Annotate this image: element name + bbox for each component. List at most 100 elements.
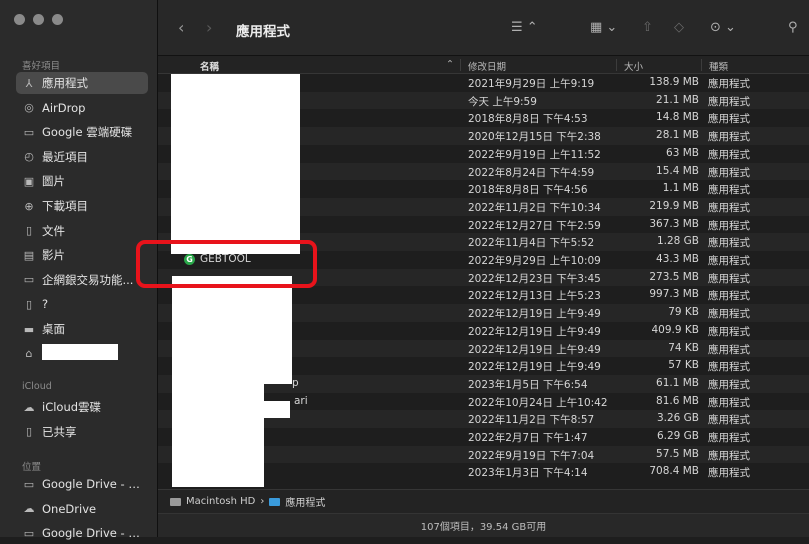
path-separator: › bbox=[260, 496, 265, 507]
file-kind: 應用程式 bbox=[708, 148, 750, 161]
sidebar-item[interactable]: ⊕ 下載項目 bbox=[16, 195, 148, 217]
column-header: 名稱 ⌃ 修改日期 大小 種類 bbox=[158, 56, 809, 74]
file-kind: 應用程式 bbox=[708, 237, 750, 250]
file-kind: 應用程式 bbox=[708, 467, 750, 480]
file-kind: 應用程式 bbox=[708, 166, 750, 179]
back-button[interactable]: ‹ bbox=[178, 18, 184, 37]
sidebar-item[interactable]: ▯ 已共享 bbox=[16, 421, 148, 443]
file-kind: 應用程式 bbox=[708, 432, 750, 444]
sidebar-item[interactable]: ▭ Google Drive - b... bbox=[16, 522, 148, 544]
file-kind: 應用程式 bbox=[708, 414, 750, 427]
file-date: 2022年12月27日 下午2:59 bbox=[468, 219, 601, 232]
sidebar-item-label: 下載項目 bbox=[42, 199, 88, 213]
column-size[interactable]: 大小 bbox=[624, 59, 643, 73]
sidebar-item[interactable]: ▯? bbox=[16, 293, 148, 315]
file-name: p bbox=[292, 376, 299, 389]
share-icon[interactable]: ⇧ bbox=[642, 20, 653, 35]
folder-icon: ▭ bbox=[23, 273, 35, 287]
file-size: 409.9 KB bbox=[651, 323, 700, 336]
file-date: 2022年12月19日 上午9:49 bbox=[468, 361, 601, 374]
file-date: 2022年12月13日 上午5:23 bbox=[468, 290, 601, 303]
file-date: 2018年8月8日 下午4:56 bbox=[468, 184, 588, 197]
tag-icon[interactable]: ◇ bbox=[674, 20, 684, 35]
more-icon[interactable]: ⊙ ⌄ bbox=[710, 20, 736, 35]
file-size: 28.1 MB bbox=[656, 129, 699, 142]
file-date: 2022年8月24日 下午4:59 bbox=[468, 166, 595, 179]
sidebar-item[interactable]: ▬ 桌面 bbox=[16, 318, 148, 340]
sidebar-item[interactable]: ⌂ bbox=[16, 343, 148, 365]
file-date: 2022年11月2日 下午8:57 bbox=[468, 414, 595, 427]
redaction-mask bbox=[172, 384, 264, 401]
file-size: 367.3 MB bbox=[649, 217, 699, 230]
file-date: 2021年9月29日 上午9:19 bbox=[468, 78, 595, 90]
path-disk[interactable]: Macintosh HD bbox=[186, 496, 255, 507]
file-kind: 應用程式 bbox=[708, 290, 750, 303]
sidebar-section-locations: 位置 bbox=[22, 462, 42, 473]
redaction-mask bbox=[42, 344, 118, 361]
highlight-box bbox=[136, 240, 317, 288]
sidebar-item[interactable]: ☁ OneDrive bbox=[16, 498, 148, 520]
file-size: 81.6 MB bbox=[656, 394, 699, 407]
file-date: 2022年10月24日 上午10:42 bbox=[468, 396, 608, 409]
file-kind: 應用程式 bbox=[708, 449, 750, 462]
sidebar-item-label bbox=[42, 344, 118, 363]
file-kind: 應用程式 bbox=[708, 361, 750, 374]
cloud-icon: ☁ bbox=[23, 400, 35, 414]
sidebar-item[interactable]: ▯ 文件 bbox=[16, 220, 148, 242]
file-size: 14.8 MB bbox=[656, 111, 699, 124]
file-size: 43.3 MB bbox=[656, 253, 699, 265]
file-date: 2022年9月19日 上午11:52 bbox=[468, 148, 601, 161]
sidebar-item[interactable]: ◎ AirDrop bbox=[16, 97, 148, 119]
close-button[interactable] bbox=[14, 14, 25, 25]
sidebar-item[interactable]: ☁ iCloud雲碟 bbox=[16, 396, 148, 418]
minimize-button[interactable] bbox=[33, 14, 44, 25]
file-date: 2020年12月15日 下午2:38 bbox=[468, 131, 601, 144]
path-bar: Macintosh HD › 應用程式 bbox=[158, 489, 809, 513]
sidebar-item-label: 企網銀交易功能... bbox=[42, 272, 134, 287]
group-icon[interactable]: ▦ ⌄ bbox=[590, 20, 617, 35]
file-date: 2022年9月29日 上午10:09 bbox=[468, 255, 601, 267]
search-icon[interactable]: ⚲ bbox=[788, 20, 798, 35]
sidebar-item-label: iCloud雲碟 bbox=[42, 400, 102, 414]
cloud-icon: ☁ bbox=[23, 502, 35, 516]
file-size: 61.1 MB bbox=[656, 376, 699, 389]
redaction-mask bbox=[172, 401, 290, 418]
window-title: 應用程式 bbox=[236, 24, 290, 40]
home-icon: ⌂ bbox=[25, 347, 33, 361]
file-size: 1.1 MB bbox=[662, 182, 699, 195]
sidebar-item[interactable]: ◴ 最近項目 bbox=[16, 146, 148, 168]
file-kind: 應用程式 bbox=[708, 113, 750, 126]
folder-icon: ▭ bbox=[23, 477, 35, 491]
sidebar-item[interactable]: ▤ 影片 bbox=[16, 244, 148, 266]
column-kind[interactable]: 種類 bbox=[709, 59, 728, 73]
file-date: 2022年11月4日 下午5:52 bbox=[468, 237, 595, 250]
column-date[interactable]: 修改日期 bbox=[468, 59, 506, 73]
document-icon: ▯ bbox=[25, 224, 33, 238]
file-date: 2018年8月8日 下午4:53 bbox=[468, 113, 588, 126]
sidebar-item[interactable]: ▭ 企網銀交易功能... bbox=[16, 269, 148, 291]
file-size: 997.3 MB bbox=[649, 288, 699, 301]
sidebar-item-label: AirDrop bbox=[42, 100, 86, 115]
path-folder[interactable]: 應用程式 bbox=[285, 494, 325, 509]
clock-icon: ◴ bbox=[24, 150, 34, 164]
window-controls bbox=[14, 14, 63, 25]
sidebar-item[interactable]: ▭ Google Drive - g... bbox=[16, 473, 148, 495]
file-size: 708.4 MB bbox=[649, 465, 699, 478]
sidebar-item-label: 影片 bbox=[42, 248, 65, 263]
column-name[interactable]: 名稱 bbox=[200, 59, 219, 73]
file-kind: 應用程式 bbox=[708, 343, 750, 356]
sidebar-item-label: 文件 bbox=[42, 223, 65, 238]
list-view-icon[interactable]: ☰ ⌃ bbox=[511, 20, 538, 35]
file-date: 2022年2月7日 下午1:47 bbox=[468, 432, 588, 444]
redaction-mask bbox=[172, 276, 292, 384]
document-icon: ▯ bbox=[25, 297, 33, 311]
sidebar-item[interactable]: ⅄ 應用程式 bbox=[16, 72, 148, 94]
file-size: 219.9 MB bbox=[649, 199, 699, 212]
sidebar-item[interactable]: ▣ 圖片 bbox=[16, 170, 148, 192]
forward-button[interactable]: › bbox=[206, 18, 212, 37]
file-kind: 應用程式 bbox=[708, 272, 750, 285]
zoom-button[interactable] bbox=[52, 14, 63, 25]
sort-chevron-icon[interactable]: ⌃ bbox=[446, 59, 454, 70]
sidebar-section-favorites: 喜好項目 bbox=[22, 61, 61, 72]
sidebar-item[interactable]: ▭ Google 雲端硬碟 bbox=[16, 121, 148, 143]
